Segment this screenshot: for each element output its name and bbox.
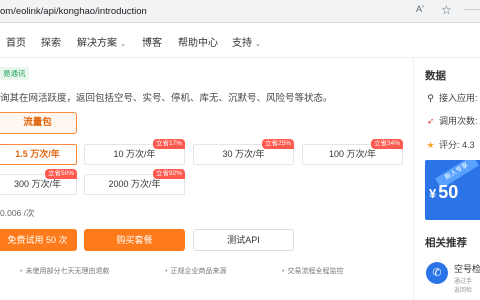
nav-item-label: 支持 <box>232 38 252 49</box>
discount-badge: 立省50% <box>44 169 77 179</box>
nav-item-label: 帮助中心 <box>178 38 218 49</box>
recommend-name: 空号检 <box>454 264 480 274</box>
nav-item-label: 探索 <box>41 38 61 49</box>
service-perks: • 未使用部分七天无理由退款 • 正规企业商品来源 • 交易流程全程监控 <box>0 266 412 280</box>
perk-item: • 正规企业商品来源 <box>165 266 226 276</box>
perk-item: • 交易流程全程监控 <box>282 266 343 276</box>
free-trial-button[interactable]: 免费试用 50 次 <box>0 229 77 251</box>
bullet-icon: • <box>165 268 168 275</box>
unit-price: 0.006 /次 <box>0 208 35 218</box>
stat-label: 评分: 4.3 <box>439 140 475 150</box>
nav-item-label: 首页 <box>6 38 26 49</box>
phone-icon: ✆ <box>426 262 448 284</box>
package-option[interactable]: 100 万次/年 立省34% <box>302 139 403 165</box>
package-option-label: 2000 万次/年 <box>108 179 161 189</box>
stat-label: 接入应用: <box>439 93 478 103</box>
discount-badge: 立省17% <box>152 139 185 149</box>
package-option[interactable]: 10 万次/年 立省17% <box>84 139 185 165</box>
recommend-sub-line: 返回检 <box>454 288 473 294</box>
toolbar-divider <box>464 9 480 10</box>
bullet-icon: • <box>282 268 285 275</box>
browser-toolbar: om/eolink/api/konghao/introduction A› ☆ <box>0 0 480 23</box>
stat-row-calls: ➶ 调用次数: <box>425 114 478 127</box>
star-icon: ★ <box>426 140 435 150</box>
bullet-icon: • <box>20 268 23 275</box>
chevron-down-icon: ⌄ <box>120 41 126 48</box>
package-option[interactable]: 2000 万次/年 立省92% <box>84 169 185 195</box>
perk-label: 正规企业商品来源 <box>170 268 227 275</box>
package-option-label: 10 万次/年 <box>113 149 156 159</box>
product-description: 询其在网活跃度，返回包括空号、实号、停机、库无、沉默号、风险号等状态。 <box>0 93 333 104</box>
nav-item-home[interactable]: 首页 <box>6 34 26 49</box>
price-value: ¥50 <box>429 182 458 203</box>
link-icon: ⚲ <box>427 93 434 103</box>
perk-item: • 未使用部分七天无理由退款 <box>20 266 109 276</box>
recommend-card[interactable]: ✆ 空号检 通过手返回检 <box>418 252 480 300</box>
data-panel-title: 数据 <box>425 70 446 82</box>
stat-label: 调用次数: <box>439 116 478 126</box>
recommend-title: 相关推荐 <box>425 237 467 249</box>
panel-divider <box>413 58 414 300</box>
package-option-label: 1.5 万次/年 <box>15 149 60 159</box>
nav-item-label: 解决方案 <box>77 38 117 49</box>
buy-package-button[interactable]: 购买套餐 <box>84 229 185 251</box>
newcomer-price-card[interactable]: 新人专享 ¥50 <box>425 160 480 220</box>
package-option[interactable]: 30 万次/年 立省25% <box>193 139 294 165</box>
perk-label: 未使用部分七天无理由退款 <box>25 268 110 275</box>
test-api-button[interactable]: 测试API <box>193 229 294 251</box>
address-bar-url[interactable]: om/eolink/api/konghao/introduction <box>0 6 147 17</box>
nav-item-blog[interactable]: 博客 <box>142 34 162 49</box>
package-option-label: 300 万次/年 <box>13 179 62 189</box>
perk-label: 交易流程全程监控 <box>287 268 344 275</box>
star-icon[interactable]: ☆ <box>441 3 452 17</box>
package-option-label: 100 万次/年 <box>328 149 377 159</box>
chevron-down-icon: ⌄ <box>255 41 261 48</box>
price-amount: 50 <box>438 182 459 202</box>
top-nav: 首页 探索 解决方案 ⌄ 博客 帮助中心 支持 ⌄ <box>0 24 480 58</box>
nav-item-label: 博客 <box>142 38 162 49</box>
currency-symbol: ¥ <box>429 186 437 201</box>
package-option[interactable]: 1.5 万次/年 <box>0 144 77 165</box>
nav-item-explore[interactable]: 探索 <box>41 34 61 49</box>
nav-item-help-center[interactable]: 帮助中心 <box>178 34 218 49</box>
stat-row-apps: ⚲ 接入应用: <box>425 91 478 104</box>
package-option[interactable]: 300 万次/年 立省50% <box>0 169 77 195</box>
recommend-sub-line: 通过手 <box>454 279 473 285</box>
category-tag: 易通讯 <box>0 67 29 80</box>
reader-mode-icon[interactable]: A› <box>416 4 424 14</box>
package-option-label: 30 万次/年 <box>222 149 265 159</box>
discount-badge: 立省34% <box>370 139 403 149</box>
stat-row-rating: ★ 评分: 4.3 <box>425 138 475 151</box>
rocket-icon: ➶ <box>426 116 435 126</box>
discount-badge: 立省25% <box>261 139 294 149</box>
discount-badge: 立省92% <box>152 169 185 179</box>
recommend-subtitle: 通过手 返回检 <box>454 278 472 296</box>
nav-item-solutions[interactable]: 解决方案 ⌄ <box>77 34 126 49</box>
package-type-button[interactable]: 流量包 <box>0 112 77 134</box>
nav-item-support[interactable]: 支持 ⌄ <box>232 34 261 49</box>
